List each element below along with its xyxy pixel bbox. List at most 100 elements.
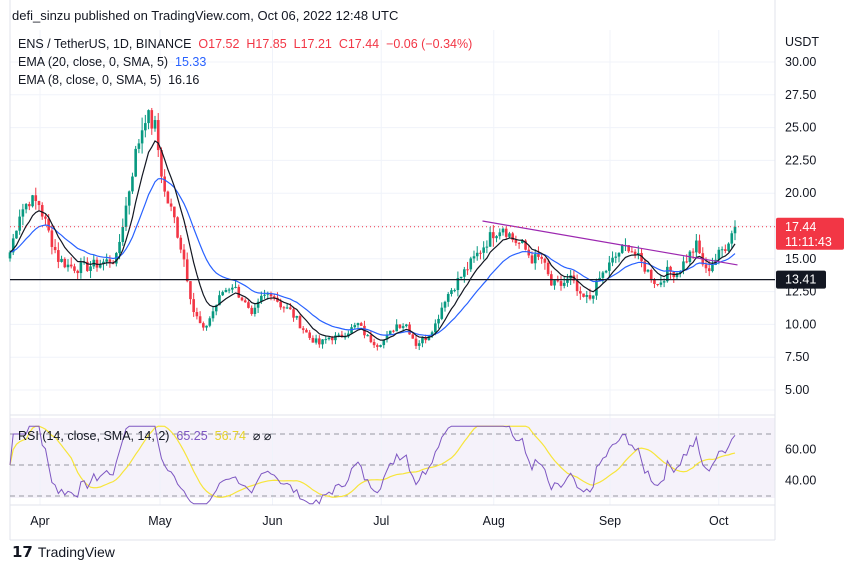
candle bbox=[44, 214, 47, 226]
candle bbox=[443, 300, 447, 312]
candle bbox=[224, 287, 228, 293]
candle bbox=[450, 287, 453, 297]
candle bbox=[356, 322, 360, 328]
candle-body bbox=[298, 316, 302, 329]
ema8-legend[interactable]: EMA (8, close, 0, SMA, 5) 16.16 bbox=[18, 73, 199, 87]
candle-body bbox=[163, 176, 166, 192]
candle-body bbox=[514, 239, 518, 243]
candle bbox=[392, 329, 395, 333]
candle-body bbox=[24, 204, 28, 210]
candle bbox=[550, 270, 553, 286]
candle bbox=[385, 330, 389, 343]
candle bbox=[314, 334, 318, 345]
ema20-value: 15.33 bbox=[175, 55, 207, 69]
candle bbox=[698, 234, 701, 254]
candle-body bbox=[646, 269, 650, 272]
candle bbox=[720, 246, 724, 257]
candle bbox=[446, 292, 450, 307]
candle bbox=[585, 290, 589, 304]
candle bbox=[292, 306, 295, 322]
rsi-legend[interactable]: RSI (14, close, SMA, 14, 2) 65.25 56.74 … bbox=[18, 428, 271, 443]
candle-body bbox=[556, 280, 560, 282]
rsi-tick-label: 40.00 bbox=[785, 474, 816, 488]
candle bbox=[147, 109, 150, 130]
candle bbox=[308, 330, 311, 341]
candle-body bbox=[185, 259, 189, 282]
candle bbox=[724, 244, 727, 254]
candle-body bbox=[243, 300, 247, 303]
candle-body bbox=[131, 176, 134, 192]
candle-body bbox=[443, 301, 447, 308]
candle-body bbox=[392, 330, 395, 332]
candle-body bbox=[540, 256, 543, 259]
candle-body bbox=[305, 329, 308, 333]
candle-body bbox=[608, 262, 611, 271]
candle bbox=[18, 209, 21, 235]
candle bbox=[601, 270, 605, 284]
candle-body bbox=[614, 256, 618, 258]
candle-body bbox=[730, 233, 734, 244]
candle-body bbox=[330, 337, 334, 341]
candle bbox=[66, 259, 70, 272]
candle bbox=[179, 235, 183, 254]
candle bbox=[102, 258, 105, 271]
candle-body bbox=[504, 228, 508, 237]
candle-body bbox=[253, 307, 257, 314]
candle bbox=[301, 325, 305, 334]
candle-body bbox=[289, 307, 292, 310]
candle-body bbox=[401, 326, 405, 328]
candle bbox=[640, 248, 643, 268]
candle-body bbox=[137, 143, 141, 149]
time-tick-label: May bbox=[148, 514, 172, 528]
candle bbox=[533, 249, 537, 270]
candle bbox=[488, 226, 492, 247]
ohlc-close: C17.44 bbox=[338, 37, 380, 51]
candle bbox=[456, 271, 460, 297]
candle-body bbox=[169, 203, 173, 207]
candle-body bbox=[308, 332, 311, 338]
candle-body bbox=[604, 270, 608, 273]
candle bbox=[569, 270, 572, 286]
candle-body bbox=[153, 120, 157, 129]
candle-body bbox=[150, 110, 154, 129]
time-tick-label: Jul bbox=[373, 514, 389, 528]
candle-body bbox=[440, 307, 444, 319]
candle bbox=[398, 324, 402, 330]
candle-body bbox=[144, 123, 147, 131]
candle-body bbox=[620, 245, 624, 253]
candle-body bbox=[321, 339, 324, 345]
candle-body bbox=[237, 286, 241, 298]
candle-body bbox=[57, 250, 60, 262]
candle bbox=[298, 314, 302, 329]
ema20-legend[interactable]: EMA (20, close, 0, SMA, 5) 15.33 bbox=[18, 55, 206, 69]
candle-body bbox=[372, 342, 376, 346]
candle bbox=[727, 242, 730, 253]
candle-body bbox=[582, 293, 585, 297]
candle-body bbox=[118, 241, 121, 254]
candle-body bbox=[60, 258, 63, 262]
symbol-label[interactable]: ENS / TetherUS, 1D, BINANCE bbox=[18, 37, 191, 51]
candle-body bbox=[533, 254, 537, 264]
price-tick-label: 10.00 bbox=[785, 317, 816, 331]
candle bbox=[295, 315, 299, 320]
candle-body bbox=[208, 318, 212, 326]
candle-body bbox=[337, 334, 340, 336]
candle bbox=[121, 218, 125, 246]
candle-body bbox=[414, 338, 418, 346]
price-tick-label: 5.00 bbox=[785, 383, 809, 397]
last-price-label: 17.44 bbox=[785, 220, 816, 234]
candle-body bbox=[695, 240, 698, 253]
candle bbox=[649, 268, 653, 283]
candle bbox=[247, 300, 250, 309]
candle bbox=[508, 231, 511, 239]
candle bbox=[417, 340, 421, 351]
candle-body bbox=[588, 295, 592, 299]
candle bbox=[656, 283, 659, 287]
candle-body bbox=[147, 110, 150, 124]
candle bbox=[208, 316, 212, 328]
candle bbox=[566, 273, 569, 287]
candle-body bbox=[127, 191, 131, 206]
candle bbox=[559, 275, 563, 291]
tradingview-logo[interactable]: 𝟭𝟳 TradingView bbox=[12, 543, 115, 561]
candle bbox=[695, 233, 698, 259]
